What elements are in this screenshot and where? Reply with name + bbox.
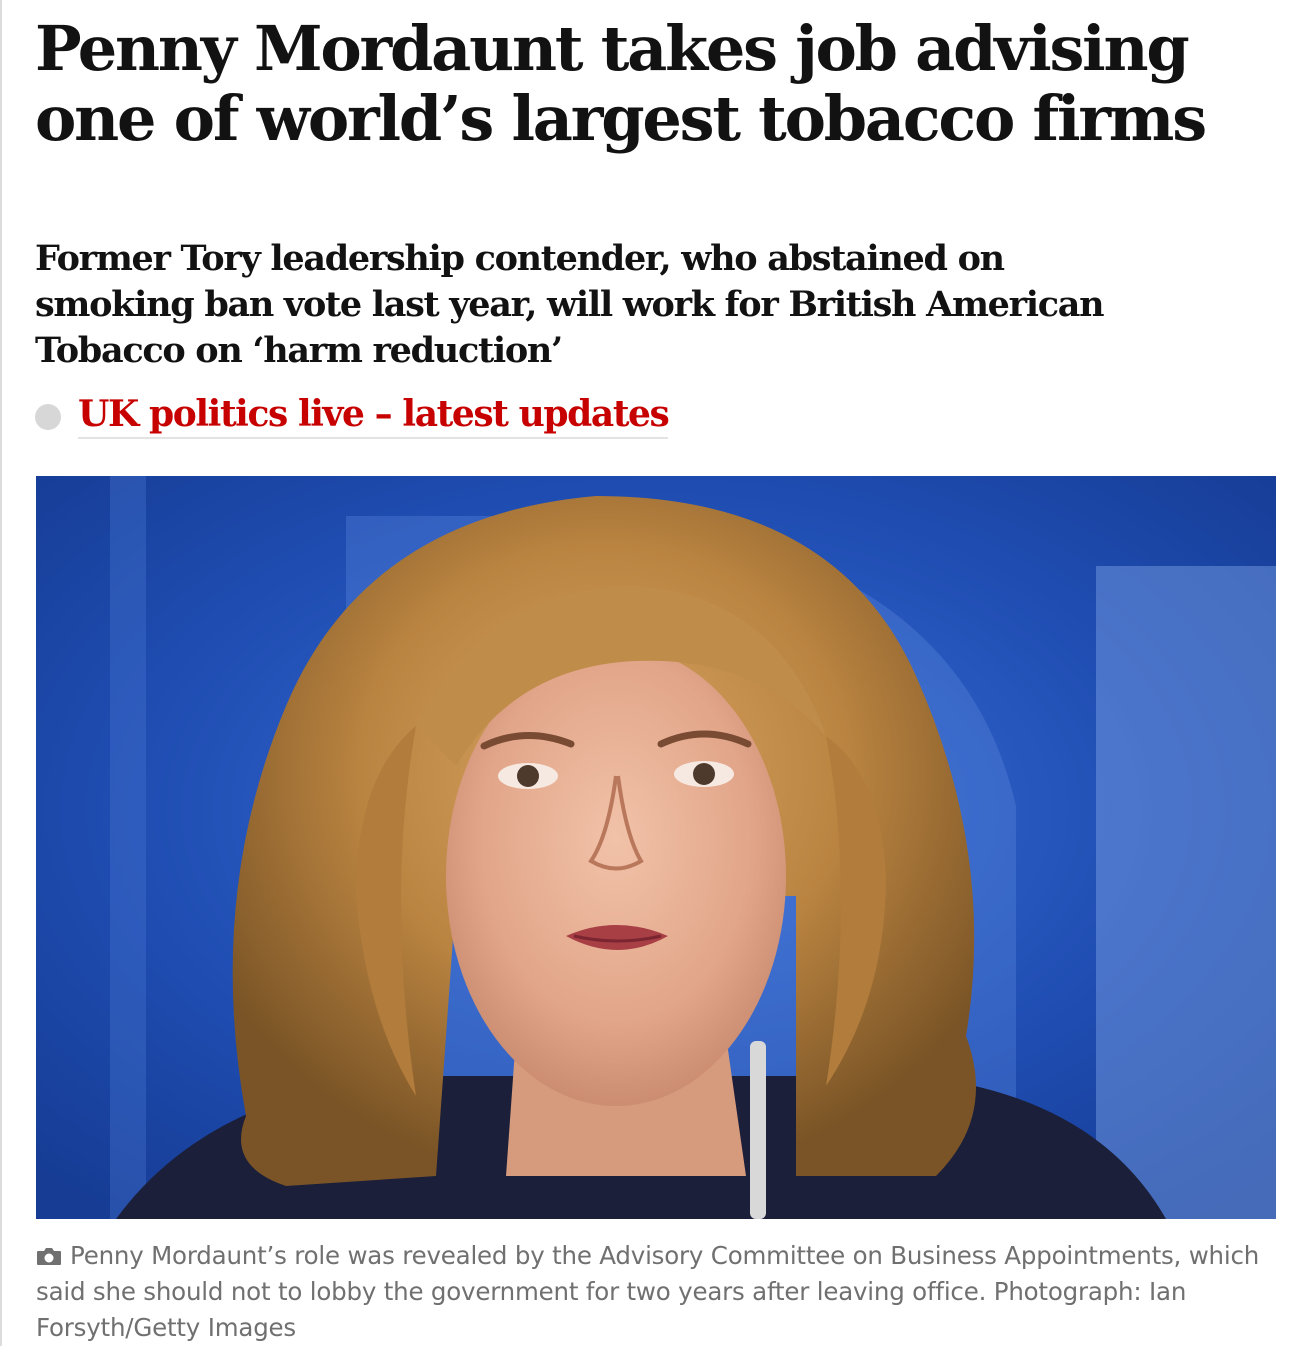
live-updates-row: UK politics live – latest updates xyxy=(35,390,670,442)
article-photo xyxy=(36,476,1276,1219)
uk-politics-live-link[interactable]: UK politics live – latest updates xyxy=(78,393,670,439)
live-indicator-dot-icon xyxy=(35,404,61,430)
article-page: Penny Mordaunt takes job advising one of… xyxy=(0,0,1293,1346)
article-standfirst: Former Tory leadership contender, who ab… xyxy=(35,238,1105,371)
article-headline: Penny Mordaunt takes job advising one of… xyxy=(35,12,1207,155)
camera-icon xyxy=(37,1248,61,1265)
photo-caption-text: Penny Mordaunt’s role was revealed by th… xyxy=(36,1241,1260,1342)
photo-caption: Penny Mordaunt’s role was revealed by th… xyxy=(36,1238,1276,1346)
